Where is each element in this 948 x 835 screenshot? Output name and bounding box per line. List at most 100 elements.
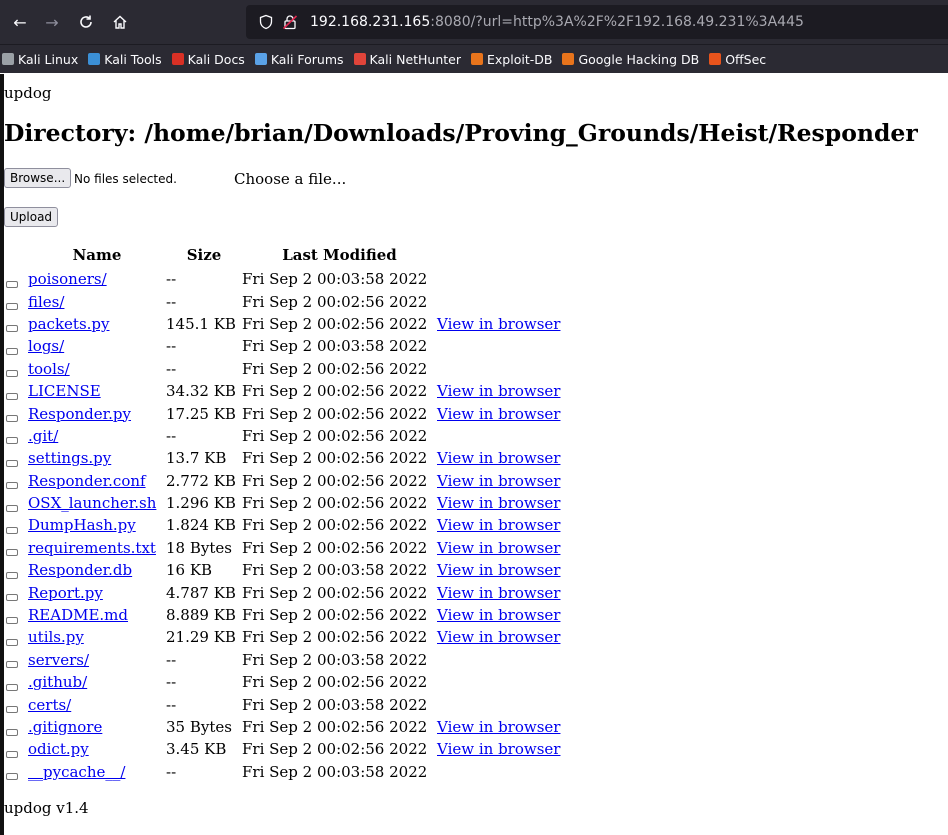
file-link[interactable]: requirements.txt (28, 539, 156, 557)
file-icon (6, 773, 18, 781)
file-icon-cell (4, 559, 28, 581)
file-icon (6, 437, 18, 445)
file-link[interactable]: LICENSE (28, 382, 101, 400)
file-size: -- (166, 762, 177, 781)
file-icon (6, 638, 18, 646)
view-in-browser-link[interactable]: View in browser (437, 472, 560, 490)
file-link[interactable]: Responder.py (28, 405, 131, 423)
bookmark-item[interactable]: Kali Tools (88, 52, 162, 67)
table-row: packets.py 145.1 KB Fri Sep 2 00:02:56 202… (4, 313, 560, 335)
file-icon (6, 571, 18, 579)
insecure-lock-icon[interactable] (282, 14, 298, 30)
nethunter-icon (353, 53, 366, 65)
view-column-header (437, 244, 560, 268)
file-name-cell: servers/ (28, 649, 166, 671)
file-size: -- (166, 695, 177, 714)
view-in-browser-link[interactable]: View in browser (437, 382, 560, 400)
file-link[interactable]: certs/ (28, 696, 71, 714)
bookmark-item[interactable]: Kali NetHunter (353, 51, 462, 67)
view-in-browser-link[interactable]: View in browser (437, 449, 560, 467)
view-in-browser-link[interactable]: View in browser (437, 584, 560, 602)
file-link[interactable]: logs/ (28, 337, 64, 355)
file-link[interactable]: settings.py (28, 449, 111, 467)
file-icon-cell (4, 290, 28, 312)
view-in-browser-link[interactable]: View in browser (437, 516, 560, 534)
table-row: Responder.db 16 KB Fri Sep 2 00:03:58 2022… (4, 559, 560, 581)
file-icon (6, 549, 18, 557)
upload-button[interactable]: Upload (4, 207, 59, 227)
view-cell: View in browser (437, 492, 560, 514)
file-link[interactable]: Responder.db (28, 561, 132, 579)
view-cell: View in browser (437, 581, 560, 603)
view-cell (437, 671, 560, 693)
file-modified: Fri Sep 2 00:02:56 2022 (242, 449, 428, 468)
table-row: __pycache__/ -- Fri Sep 2 00:03:58 2022 (4, 761, 560, 783)
file-icon-cell (4, 447, 28, 469)
forward-arrow-icon[interactable]: → (40, 10, 64, 34)
bookmark-label: Google Hacking DB (578, 51, 700, 67)
view-in-browser-link[interactable]: View in browser (437, 718, 560, 736)
bookmark-item[interactable]: Kali Forums (254, 52, 344, 67)
bookmark-item[interactable]: Google Hacking DB (562, 52, 699, 67)
file-modified: Fri Sep 2 00:02:56 2022 (242, 471, 428, 490)
bookmark-item[interactable]: Kali Docs (171, 52, 245, 67)
file-link[interactable]: packets.py (28, 315, 109, 333)
view-in-browser-link[interactable]: View in browser (437, 628, 560, 646)
table-row: LICENSE 34.32 KB Fri Sep 2 00:02:56 2022 Vi… (4, 380, 560, 402)
file-modified: Fri Sep 2 00:02:56 2022 (242, 404, 428, 423)
file-name-cell: LICENSE (28, 380, 166, 402)
view-in-browser-link[interactable]: View in browser (437, 740, 560, 758)
view-cell: View in browser (437, 537, 560, 559)
file-link[interactable]: __pycache__/ (28, 763, 125, 781)
table-row: .github/ -- Fri Sep 2 00:02:56 2022 (4, 671, 560, 693)
file-size: -- (166, 426, 177, 445)
view-cell: View in browser (437, 716, 560, 738)
bookmark-item[interactable]: Kali Linux (2, 52, 78, 67)
file-name-cell: Report.py (28, 581, 166, 603)
file-icon-cell (4, 514, 28, 536)
file-link[interactable]: poisoners/ (28, 270, 107, 288)
file-link[interactable]: DumpHash.py (28, 516, 136, 534)
file-name-cell: Responder.db (28, 559, 166, 581)
view-in-browser-link[interactable]: View in browser (437, 405, 560, 423)
table-row: Report.py 4.787 KB Fri Sep 2 00:02:56 2022… (4, 581, 560, 603)
bookmark-item[interactable]: OffSec (709, 52, 766, 67)
back-arrow-icon[interactable]: ← (8, 10, 32, 34)
file-name-cell: Responder.conf (28, 470, 166, 492)
choose-file-label: Choose a file... (234, 170, 347, 188)
file-link[interactable]: Responder.conf (28, 472, 146, 490)
file-link[interactable]: Report.py (28, 584, 103, 602)
file-icon-cell (4, 761, 28, 783)
reload-icon[interactable] (74, 10, 98, 34)
shield-icon[interactable] (258, 14, 274, 30)
file-link[interactable]: .github/ (28, 673, 87, 691)
file-icon (6, 504, 18, 512)
page-title: Directory: /home/brian/Downloads/Proving… (4, 119, 918, 147)
file-link[interactable]: files/ (28, 293, 64, 311)
brand-text: updog (4, 84, 52, 102)
file-link[interactable]: OSX_launcher.sh (28, 494, 156, 512)
bookmark-item[interactable]: Exploit-DB (471, 52, 552, 67)
file-link[interactable]: .gitignore (28, 718, 102, 736)
file-modified: Fri Sep 2 00:02:56 2022 (242, 538, 428, 557)
file-link[interactable]: tools/ (28, 360, 70, 378)
browse-button[interactable]: Browse... (4, 168, 72, 188)
file-modified: Fri Sep 2 00:02:56 2022 (242, 628, 428, 647)
file-link[interactable]: odict.py (28, 740, 89, 758)
view-cell (437, 693, 560, 715)
file-link[interactable]: utils.py (28, 628, 84, 646)
file-name-cell: packets.py (28, 313, 166, 335)
view-in-browser-link[interactable]: View in browser (437, 561, 560, 579)
view-in-browser-link[interactable]: View in browser (437, 315, 560, 333)
view-in-browser-link[interactable]: View in browser (437, 494, 560, 512)
address-bar[interactable]: 192.168.231.165:8080/?url=http%3A%2F%2F1… (246, 5, 948, 39)
file-link[interactable]: .git/ (28, 427, 58, 445)
file-link[interactable]: servers/ (28, 651, 89, 669)
file-icon-cell (4, 738, 28, 760)
bookmark-label: Kali NetHunter (369, 51, 462, 67)
file-link[interactable]: README.md (28, 606, 128, 624)
home-icon[interactable] (108, 10, 132, 34)
view-in-browser-link[interactable]: View in browser (437, 539, 560, 557)
table-row: files/ -- Fri Sep 2 00:02:56 2022 (4, 290, 560, 312)
view-in-browser-link[interactable]: View in browser (437, 606, 560, 624)
